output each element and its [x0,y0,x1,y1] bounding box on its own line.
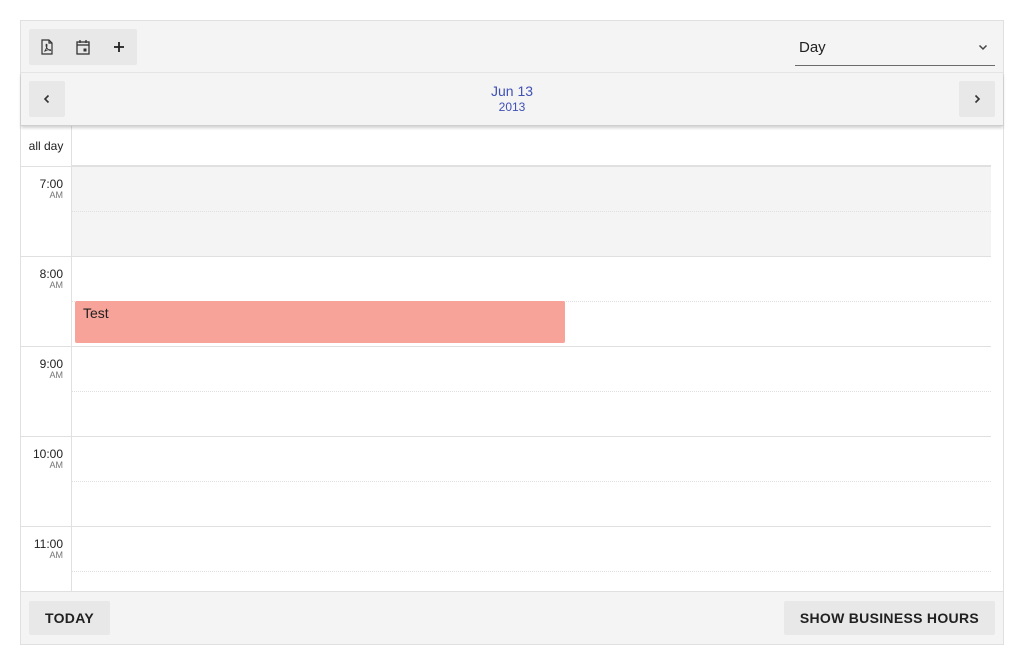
hour-slot[interactable] [72,436,991,526]
date-navigation: Jun 13 2013 [21,73,1003,126]
event-item[interactable]: Test [75,301,565,343]
today-button[interactable]: TODAY [29,601,110,635]
all-day-row[interactable] [72,126,991,166]
hour-slot[interactable] [72,526,991,591]
pdf-export-button[interactable] [29,29,65,65]
gutter-separator [21,346,71,347]
hour-label-ampm: AM [49,280,64,290]
toolbar: Day [21,21,1003,73]
time-gutter: all day 7:00 AM 8:00 AM 9:00 AM 10:00 AM [21,126,72,591]
gutter-separator [21,166,71,167]
scheduler: Day Jun 13 2013 all day 7:00 AM 8:00 AM … [20,20,1004,645]
all-day-label: all day [28,139,64,153]
day-column[interactable]: Test [72,126,991,591]
hour-label-ampm: AM [49,370,64,380]
hour-label-ampm: AM [49,190,64,200]
footer: TODAY SHOW BUSINESS HOURS [21,591,1003,644]
hour-slot[interactable] [72,166,991,256]
half-hour-line [72,211,991,212]
hour-label: 9:00 AM [21,358,71,380]
tool-group [29,29,137,65]
gutter-separator [21,526,71,527]
file-pdf-icon [41,39,53,55]
chevron-right-icon [974,94,981,104]
current-date-year: 2013 [498,100,526,114]
hour-slot[interactable] [72,346,991,436]
calendar-button[interactable] [65,29,101,65]
show-business-hours-button[interactable]: SHOW BUSINESS HOURS [783,601,995,635]
hour-label-ampm: AM [49,550,64,560]
hour-label: 10:00 AM [21,448,71,470]
add-event-button[interactable] [101,29,137,65]
vertical-scrollbar[interactable] [991,126,1003,591]
gutter-separator [21,436,71,437]
current-date-month-day: Jun 13 [490,83,534,99]
hour-label: 7:00 AM [21,178,71,200]
half-hour-line [72,481,991,482]
hour-label: 11:00 AM [21,538,71,560]
calendar-icon [76,40,90,55]
half-hour-line [72,391,991,392]
day-grid[interactable]: all day 7:00 AM 8:00 AM 9:00 AM 10:00 AM [21,126,1003,591]
plus-icon [114,42,124,52]
chevron-left-icon [43,94,50,104]
hour-label: 8:00 AM [21,268,71,290]
view-select-value: Day [799,38,826,56]
current-date-title[interactable]: Jun 13 2013 [491,83,533,115]
next-day-button[interactable] [959,81,995,117]
chevron-down-icon [971,35,995,59]
previous-day-button[interactable] [29,81,65,117]
event-title: Test [83,305,109,321]
gutter-separator [21,256,71,257]
hour-label-ampm: AM [49,460,64,470]
half-hour-line [72,571,991,572]
view-select[interactable]: Day [795,29,995,66]
